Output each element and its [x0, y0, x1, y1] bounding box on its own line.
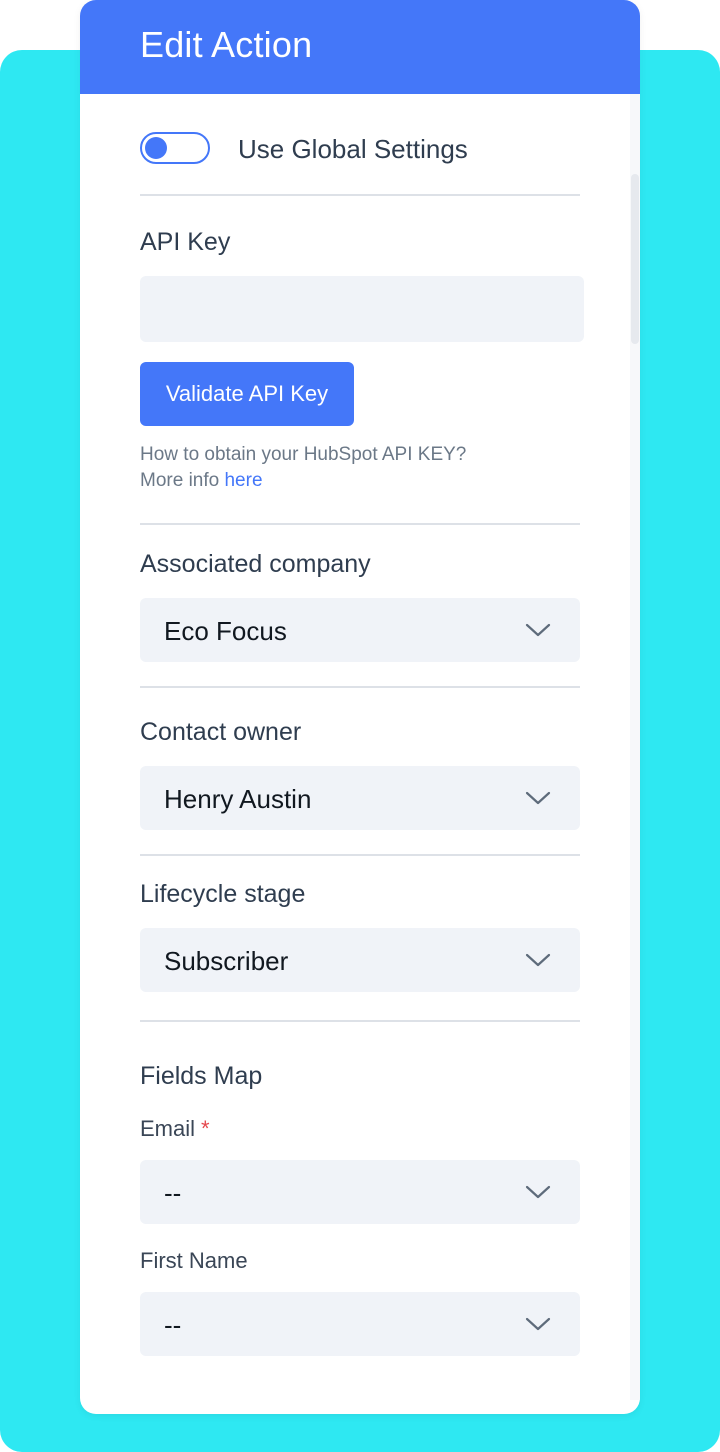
more-info-text: More info	[140, 470, 220, 491]
edit-action-panel: Edit Action Use Global Settings API Key …	[80, 0, 640, 1414]
api-key-input[interactable]	[140, 276, 584, 342]
more-info-link[interactable]: here	[224, 470, 262, 491]
api-key-more-info: More info here	[140, 470, 263, 492]
chevron-down-icon	[525, 623, 551, 637]
api-key-label: API Key	[140, 228, 231, 256]
first-name-field-label: First Name	[140, 1248, 248, 1273]
contact-owner-value: Henry Austin	[164, 784, 312, 814]
contact-owner-label: Contact owner	[140, 718, 302, 746]
divider	[140, 523, 580, 525]
email-field-label: Email *	[140, 1116, 210, 1142]
lifecycle-stage-value: Subscriber	[164, 946, 289, 976]
global-settings-toggle[interactable]	[140, 132, 210, 164]
scrollbar[interactable]	[630, 94, 640, 1400]
lifecycle-stage-label: Lifecycle stage	[140, 880, 306, 908]
associated-company-value: Eco Focus	[164, 616, 287, 646]
contact-owner-select[interactable]: Henry Austin	[140, 766, 580, 830]
chevron-down-icon	[525, 953, 551, 967]
chevron-down-icon	[525, 1185, 551, 1199]
divider	[140, 854, 580, 856]
scrollbar-thumb[interactable]	[631, 174, 639, 344]
global-settings-label: Use Global Settings	[238, 134, 468, 164]
fields-map-title: Fields Map	[140, 1062, 263, 1090]
associated-company-select[interactable]: Eco Focus	[140, 598, 580, 662]
first-name-field-value: --	[164, 1310, 182, 1340]
panel-header: Edit Action	[80, 0, 640, 94]
email-label-text: Email	[140, 1116, 196, 1141]
lifecycle-stage-select[interactable]: Subscriber	[140, 928, 580, 992]
first-name-field-select[interactable]: --	[140, 1292, 580, 1356]
required-marker: *	[201, 1116, 210, 1141]
api-key-help-text: How to obtain your HubSpot API KEY?	[140, 444, 467, 465]
email-field-value: --	[164, 1178, 182, 1208]
toggle-knob	[145, 137, 167, 159]
panel-title: Edit Action	[140, 24, 313, 65]
divider	[140, 194, 580, 196]
associated-company-label: Associated company	[140, 550, 371, 578]
validate-api-key-button[interactable]: Validate API Key	[140, 362, 354, 426]
divider	[140, 686, 580, 688]
email-field-select[interactable]: --	[140, 1160, 580, 1224]
chevron-down-icon	[525, 1317, 551, 1331]
divider	[140, 1020, 580, 1022]
chevron-down-icon	[525, 791, 551, 805]
